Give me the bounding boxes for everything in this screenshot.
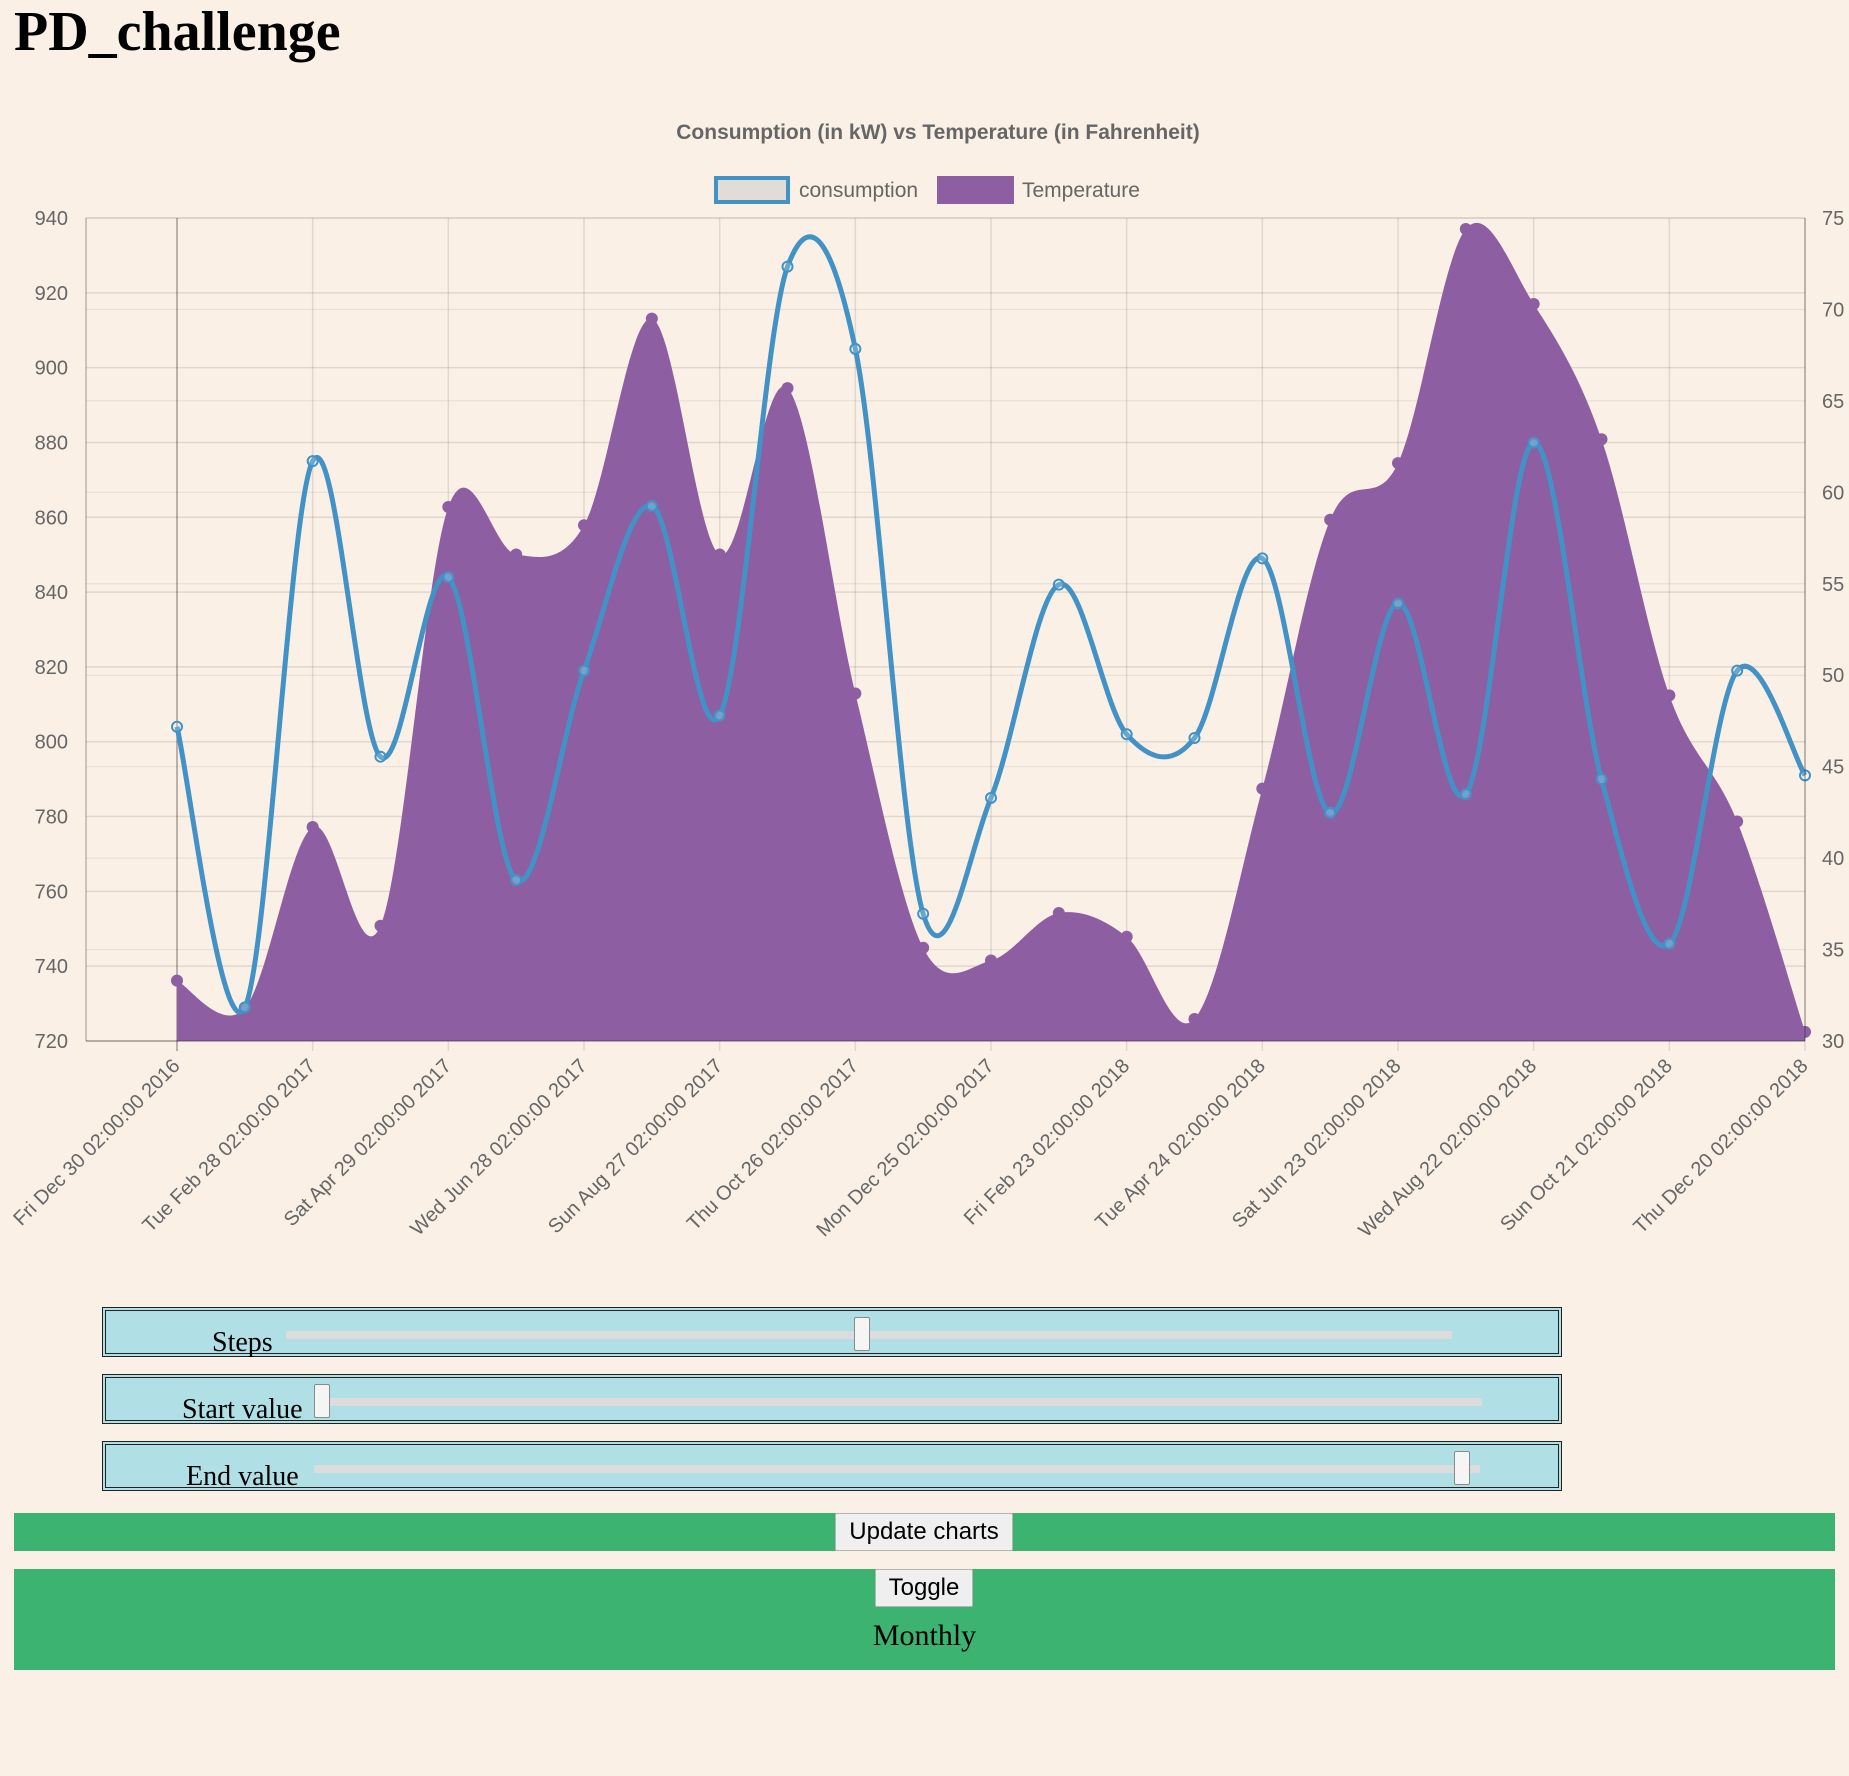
temperature-point[interactable] xyxy=(849,687,862,700)
chart-legend[interactable]: consumption Temperature xyxy=(714,176,1140,204)
consumption-point[interactable] xyxy=(1459,788,1472,801)
update-charts-button[interactable]: Update charts xyxy=(835,1513,1013,1551)
start-value-label: Start value xyxy=(182,1394,303,1425)
temperature-point[interactable] xyxy=(578,519,590,532)
chart-title: Consumption (in kW) vs Temperature (in F… xyxy=(676,121,1199,144)
y-right-tick-label: 60 xyxy=(1822,482,1844,504)
steps-label: Steps xyxy=(212,1327,273,1358)
y-right-tick-label: 70 xyxy=(1822,299,1844,321)
y-right-tick-label: 35 xyxy=(1822,940,1844,962)
consumption-point[interactable] xyxy=(578,664,590,677)
toggle-button[interactable]: Toggle xyxy=(875,1569,973,1607)
consumption-point[interactable] xyxy=(1120,728,1133,741)
temperature-point[interactable] xyxy=(917,941,930,954)
consumption-temperature-chart: Consumption (in kW) vs Temperature (in F… xyxy=(9,121,1844,1242)
consumption-point[interactable] xyxy=(510,874,523,887)
y-left-tick-label: 940 xyxy=(35,208,68,230)
page-title: PD_challenge xyxy=(14,1,341,63)
temperature-point[interactable] xyxy=(1731,815,1744,828)
update-bar: Update charts xyxy=(14,1513,1835,1551)
consumption-point[interactable] xyxy=(1324,806,1337,819)
temperature-point[interactable] xyxy=(781,382,794,395)
steps-slider-thumb[interactable] xyxy=(854,1317,870,1351)
temperature-point[interactable] xyxy=(1256,782,1269,795)
consumption-point[interactable] xyxy=(1527,436,1540,449)
temperature-point[interactable] xyxy=(171,974,183,987)
temperature-point[interactable] xyxy=(1120,930,1133,943)
end-value-slider-track[interactable] xyxy=(314,1465,1480,1473)
y-left-tick-label: 880 xyxy=(35,432,68,454)
consumption-point[interactable] xyxy=(917,907,930,920)
temperature-point[interactable] xyxy=(1392,457,1404,470)
y-right-tick-label: 75 xyxy=(1822,208,1844,230)
temperature-point[interactable] xyxy=(510,548,523,561)
y-left-tick-label: 900 xyxy=(35,358,68,380)
temperature-point[interactable] xyxy=(306,821,319,834)
consumption-point[interactable] xyxy=(1663,937,1676,950)
consumption-point[interactable] xyxy=(985,791,997,804)
legend-swatch-temperature xyxy=(937,176,1014,204)
toggle-bar: Toggle Monthly xyxy=(14,1569,1835,1670)
y-left-tick-label: 840 xyxy=(35,582,68,604)
consumption-point[interactable] xyxy=(1256,552,1269,565)
legend-label-temperature[interactable]: Temperature xyxy=(1022,179,1140,202)
temperature-point[interactable] xyxy=(1324,513,1337,526)
y-left-tick-label: 800 xyxy=(35,732,68,754)
temperature-point[interactable] xyxy=(1663,689,1676,702)
consumption-point[interactable] xyxy=(849,342,862,355)
temperature-point[interactable] xyxy=(1459,222,1472,235)
temperature-point[interactable] xyxy=(645,312,658,325)
consumption-point[interactable] xyxy=(1052,578,1065,591)
mode-label: Monthly xyxy=(872,1619,977,1652)
y-right-tick-label: 50 xyxy=(1822,665,1844,687)
start-value-slider-thumb[interactable] xyxy=(314,1384,330,1418)
temperature-point[interactable] xyxy=(1188,1013,1201,1026)
consumption-point[interactable] xyxy=(1188,731,1201,744)
consumption-point[interactable] xyxy=(1595,773,1608,786)
legend-label-consumption[interactable]: consumption xyxy=(799,179,918,202)
consumption-point[interactable] xyxy=(645,500,658,513)
y-left-tick-label: 920 xyxy=(35,283,68,305)
consumption-point[interactable] xyxy=(713,709,726,722)
end-value-slider-panel: End value xyxy=(102,1441,1562,1492)
temperature-point[interactable] xyxy=(713,548,726,561)
temperature-point[interactable] xyxy=(985,954,997,967)
temperature-point[interactable] xyxy=(1052,906,1065,919)
y-left-tick-label: 720 xyxy=(35,1031,68,1053)
start-value-slider-track[interactable] xyxy=(322,1398,1482,1406)
consumption-point[interactable] xyxy=(781,260,794,273)
consumption-point[interactable] xyxy=(238,1001,251,1014)
end-value-slider-thumb[interactable] xyxy=(1454,1451,1471,1485)
temperature-point[interactable] xyxy=(1527,297,1540,310)
y-left-tick-label: 860 xyxy=(35,507,68,529)
consumption-point[interactable] xyxy=(442,571,455,584)
temperature-point[interactable] xyxy=(1595,433,1608,446)
y-left-tick-label: 760 xyxy=(35,881,68,903)
consumption-point[interactable] xyxy=(1731,664,1744,677)
y-right-tick-label: 45 xyxy=(1822,757,1844,779)
y-right-tick-label: 55 xyxy=(1822,574,1844,596)
consumption-point[interactable] xyxy=(1392,597,1404,610)
y-left-tick-label: 820 xyxy=(35,657,68,679)
temperature-point[interactable] xyxy=(374,919,387,932)
y-right-tick-label: 65 xyxy=(1822,391,1844,413)
end-value-label: End value xyxy=(186,1461,299,1492)
consumption-point[interactable] xyxy=(171,720,183,733)
y-right-tick-label: 40 xyxy=(1822,848,1844,870)
y-left-tick-label: 780 xyxy=(35,807,68,829)
start-value-slider-panel: Start value xyxy=(102,1374,1562,1425)
consumption-point[interactable] xyxy=(374,750,387,763)
y-left-tick-label: 740 xyxy=(35,956,68,978)
consumption-point[interactable] xyxy=(306,455,319,468)
y-right-tick-label: 30 xyxy=(1822,1031,1844,1053)
steps-slider-panel: Steps xyxy=(102,1307,1562,1358)
legend-swatch-consumption xyxy=(714,176,790,204)
temperature-point[interactable] xyxy=(442,500,455,513)
